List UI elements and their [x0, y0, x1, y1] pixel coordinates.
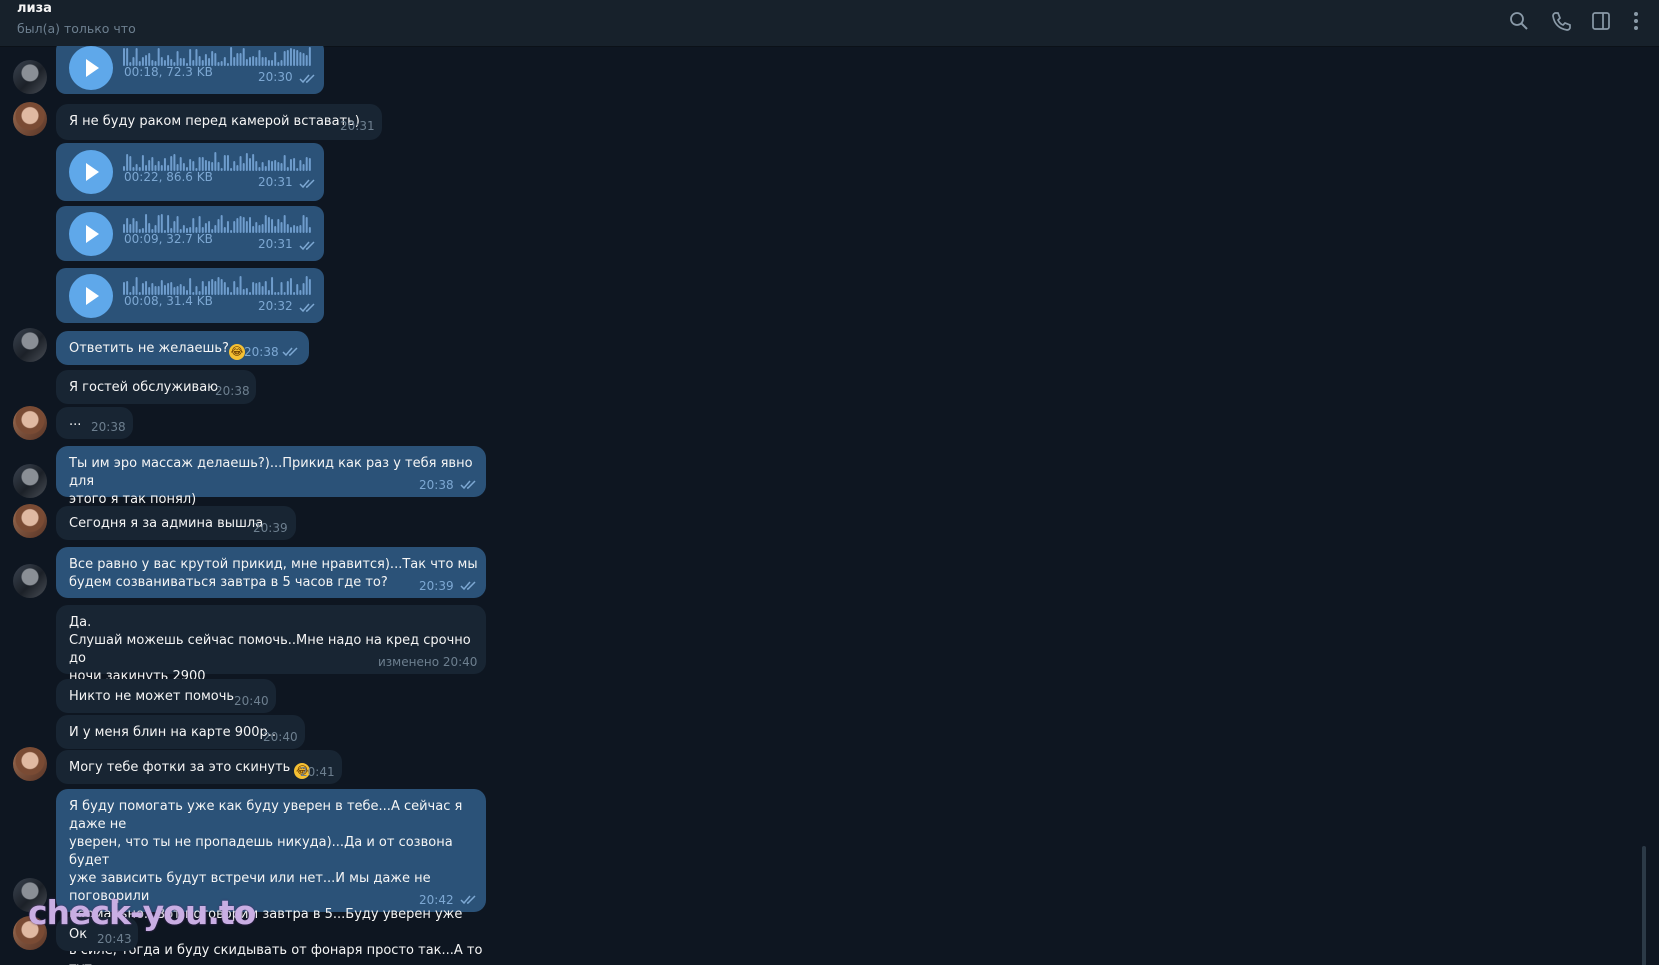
message-time: 20:38	[244, 345, 279, 359]
message-time: 20:41	[300, 765, 335, 779]
read-check-icon	[299, 303, 315, 313]
message-text: И у меня блин на карте 900р..	[69, 725, 277, 740]
read-check-icon	[299, 74, 315, 84]
read-check-icon	[299, 241, 315, 251]
play-icon[interactable]	[69, 274, 113, 318]
message-time: 20:40	[234, 694, 269, 708]
read-check-icon	[460, 581, 476, 591]
voice-duration-size: 00:09, 32.7 KB	[124, 232, 213, 246]
message-bubble[interactable]: Все равно у вас крутой прикид, мне нрави…	[56, 547, 486, 598]
waveform	[123, 276, 311, 295]
waveform	[123, 214, 311, 233]
message-time: 20:38	[419, 478, 454, 492]
message-bubble[interactable]: Ответить не желаешь? 😂 20:38	[56, 331, 309, 365]
message-bubble[interactable]: И у меня блин на карте 900р.. 20:40	[56, 715, 305, 749]
read-check-icon	[299, 179, 315, 189]
message-text: ...	[69, 414, 82, 429]
watermark: check-you.to	[28, 893, 256, 932]
play-icon[interactable]	[69, 212, 113, 256]
avatar[interactable]	[13, 406, 47, 440]
avatar[interactable]	[13, 328, 47, 362]
message-list[interactable]: 00:18, 72.3 KB 20:30 Я не буду раком пер…	[0, 46, 1648, 965]
voice-message[interactable]: 00:22, 86.6 KB 20:31	[56, 143, 324, 201]
voice-duration-size: 00:18, 72.3 KB	[124, 65, 213, 79]
message-text: Могу тебе фотки за это скинуть 😂	[69, 760, 311, 779]
message-bubble[interactable]: Я гостей обслуживаю 20:38	[56, 370, 256, 404]
avatar[interactable]	[13, 464, 47, 498]
play-icon[interactable]	[69, 46, 113, 90]
message-time: 20:39	[419, 579, 454, 593]
message-bubble[interactable]: Могу тебе фотки за это скинуть 😂 20:41	[56, 750, 342, 784]
sidebar-toggle-icon[interactable]	[1590, 10, 1612, 32]
phone-icon[interactable]	[1550, 10, 1572, 32]
search-icon[interactable]	[1508, 10, 1530, 32]
message-time: 20:31	[340, 119, 375, 133]
voice-message[interactable]: 00:18, 72.3 KB 20:30	[56, 46, 324, 94]
message-bubble[interactable]: ... 20:38	[56, 407, 133, 439]
message-time: 20:31	[258, 175, 293, 189]
last-seen-status: был(а) только что	[17, 21, 136, 36]
voice-duration-size: 00:22, 86.6 KB	[124, 170, 213, 184]
message-bubble[interactable]: Ты им эро массаж делаешь?)...Прикид как …	[56, 446, 486, 507]
voice-duration-size: 00:08, 31.4 KB	[124, 294, 213, 308]
voice-message[interactable]: 00:08, 31.4 KB 20:32	[56, 268, 324, 323]
avatar[interactable]	[13, 102, 47, 136]
read-check-icon	[460, 480, 476, 490]
read-check-icon	[460, 895, 476, 905]
message-time: 20:38	[215, 384, 250, 398]
message-text: Никто не может помочь	[69, 689, 235, 704]
message-time: изменено 20:40	[378, 655, 478, 669]
message-text: Ответить не желаешь? 😂	[69, 341, 245, 360]
avatar[interactable]	[13, 60, 47, 94]
message-time: 20:40	[263, 730, 298, 744]
message-time: 20:30	[258, 70, 293, 84]
scrollbar[interactable]	[1642, 846, 1646, 965]
laughing-emoji-icon: 😂	[228, 344, 245, 360]
message-time: 20:39	[253, 521, 288, 535]
message-text: Сегодня я за админа вышла	[69, 516, 264, 531]
message-time: 20:31	[258, 237, 293, 251]
message-text: Да. Слушай можешь сейчас помочь..Мне над…	[69, 615, 471, 684]
avatar[interactable]	[13, 747, 47, 781]
message-bubble[interactable]: Никто не может помочь 20:40	[56, 679, 276, 713]
avatar[interactable]	[13, 504, 47, 538]
message-text: Я гостей обслуживаю	[69, 380, 219, 395]
message-bubble[interactable]: Я не буду раком перед камерой вставать) …	[56, 104, 382, 140]
message-text: Все равно у вас крутой прикид, мне нрави…	[69, 557, 478, 590]
waveform	[123, 47, 311, 66]
chat-title[interactable]: лиза	[17, 1, 52, 16]
message-text: Я не буду раком перед камерой вставать)	[69, 114, 360, 129]
message-time: 20:42	[419, 893, 454, 907]
chat-header: лиза был(а) только что	[0, 0, 1659, 47]
voice-message[interactable]: 00:09, 32.7 KB 20:31	[56, 206, 324, 261]
play-icon[interactable]	[69, 150, 113, 194]
avatar[interactable]	[13, 564, 47, 598]
message-time: 20:38	[91, 420, 126, 434]
message-time: 20:32	[258, 299, 293, 313]
message-bubble[interactable]: Да. Слушай можешь сейчас помочь..Мне над…	[56, 605, 486, 684]
more-vertical-icon[interactable]	[1625, 10, 1647, 32]
waveform	[123, 152, 311, 171]
read-check-icon	[282, 347, 298, 357]
message-bubble[interactable]: Сегодня я за админа вышла 20:39	[56, 506, 296, 540]
message-time: 20:43	[97, 932, 132, 946]
